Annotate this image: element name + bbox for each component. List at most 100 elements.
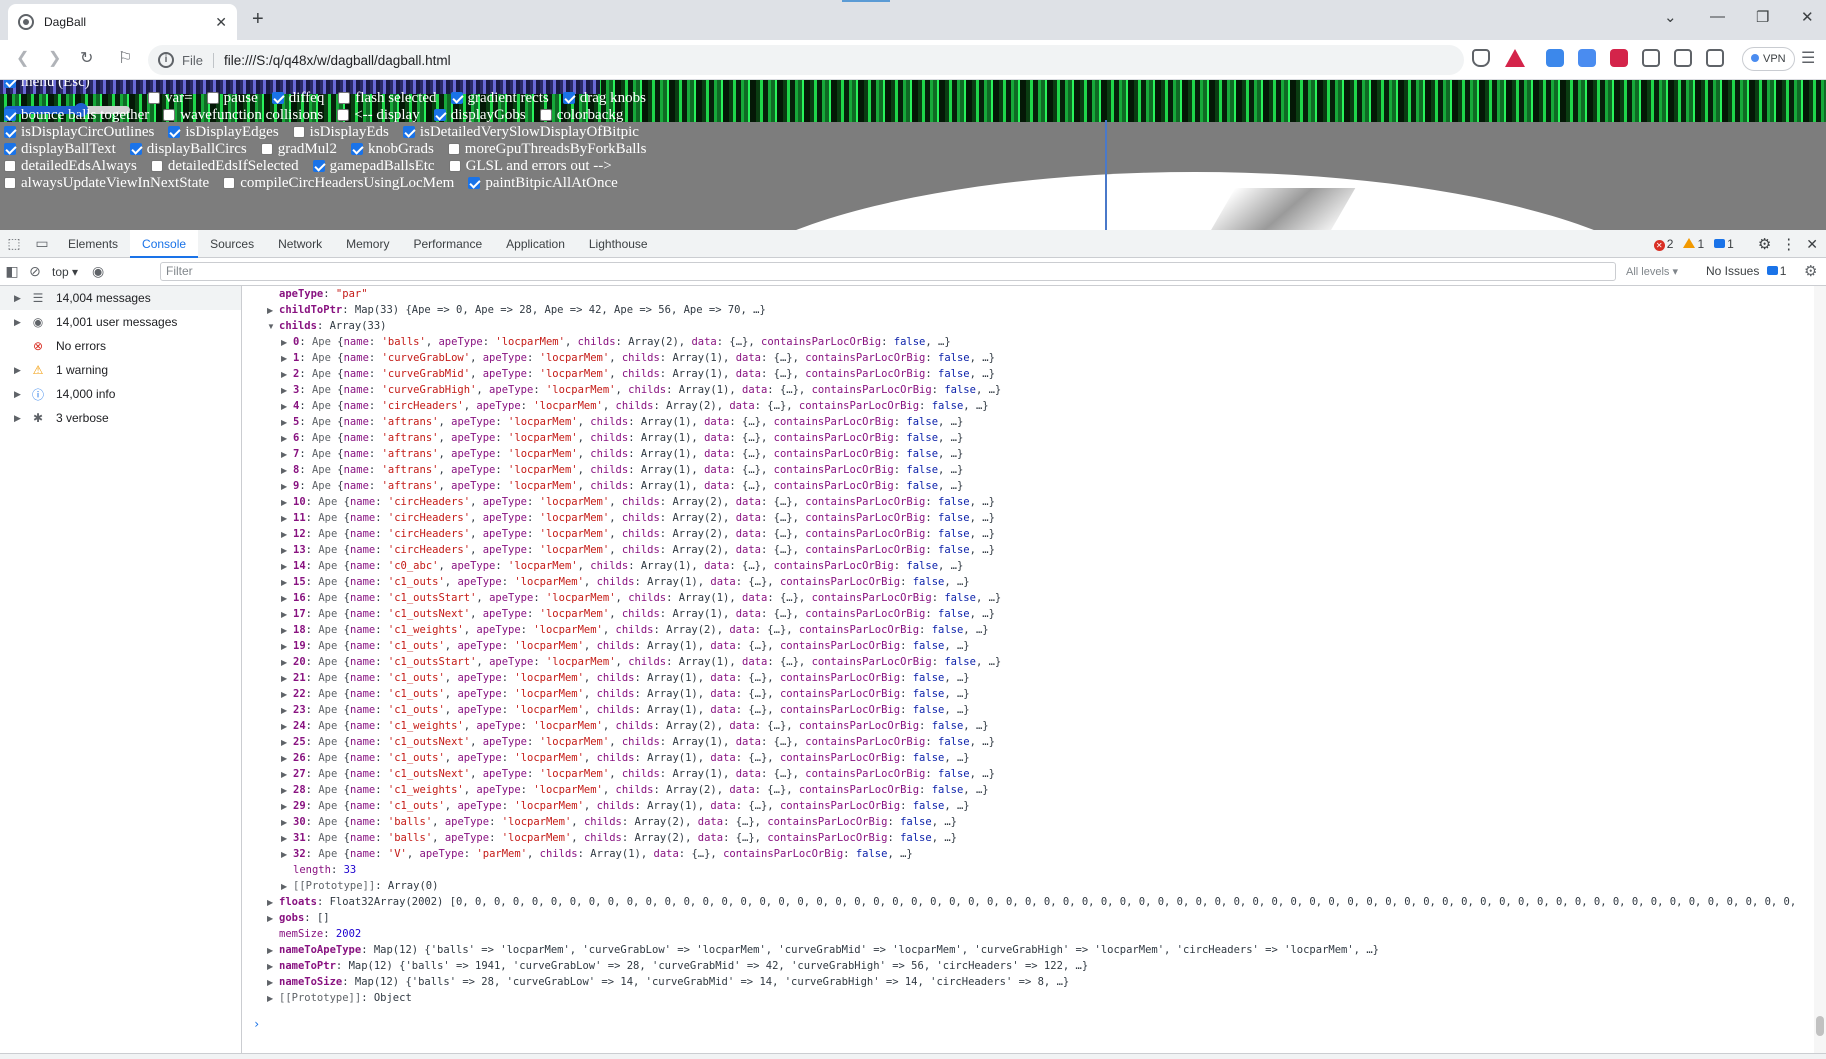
clear-console-icon[interactable]: ⊘	[24, 263, 46, 280]
expand-triangle-icon[interactable]: ▶	[281, 735, 293, 751]
expand-triangle-icon[interactable]: ▶	[281, 639, 293, 655]
url-text[interactable]: file:///S:/q/q48x/w/dagball/dagball.html	[224, 53, 451, 68]
expand-triangle-icon[interactable]: ▶	[267, 991, 279, 1007]
expand-triangle-icon[interactable]: ▶	[281, 719, 293, 735]
checkbox-box[interactable]	[271, 92, 284, 104]
extension-translate-icon[interactable]	[1578, 49, 1596, 67]
checkbox-box[interactable]	[4, 177, 16, 189]
expand-triangle-icon[interactable]: ▶	[281, 367, 293, 383]
checkbox-box[interactable]	[447, 143, 460, 155]
expand-triangle-icon[interactable]: ▶	[281, 783, 293, 799]
expand-arrow-icon[interactable]: ▶	[14, 293, 28, 304]
console-array-entry[interactable]: ▶ 32: Ape {name: 'V', apeType: 'parMem' , …	[243, 846, 1813, 862]
minimize-icon[interactable]: —	[1710, 8, 1725, 25]
console-array-entry[interactable]: ▶ 9: Ape {name: 'aftrans', apeType: 'locp…	[243, 478, 1813, 494]
back-icon[interactable]: ❮	[16, 48, 29, 68]
console-array-entry[interactable]: ▶ 6: Ape {name: 'aftrans', apeType: 'locp…	[243, 430, 1813, 446]
console-array-entry[interactable]: ▶ 11: Ape {name: 'circHeaders', apeType: …	[243, 510, 1813, 526]
console-array-entry[interactable]: ▶ 0: Ape {name: 'balls', apeType: 'locpar…	[243, 334, 1813, 350]
expand-triangle-icon[interactable]: ▶	[267, 911, 279, 927]
expand-triangle-icon[interactable]: ▶	[281, 591, 293, 607]
option-checkbox[interactable]: paintBitpicAllAtOnce	[468, 173, 623, 193]
expand-triangle-icon[interactable]: ▶	[281, 815, 293, 831]
extension-speech-icon[interactable]	[1546, 49, 1564, 67]
checkbox-box[interactable]	[129, 143, 142, 155]
inspect-element-icon[interactable]: ⬚	[0, 235, 28, 252]
console-array-entry[interactable]: ▶ 22: Ape {name: 'c1_outs', apeType: 'loc…	[243, 686, 1813, 702]
expand-triangle-icon[interactable]: ▼	[267, 319, 279, 335]
expand-triangle-icon[interactable]: ▶	[267, 975, 279, 991]
expand-triangle-icon[interactable]: ▶	[281, 479, 293, 495]
console-array-entry[interactable]: ▶ 29: Ape {name: 'c1_outs', apeType: 'loc…	[243, 798, 1813, 814]
brave-shield-icon[interactable]	[1472, 49, 1490, 67]
console-array-entry[interactable]: ▶ 31: Ape {name: 'balls', apeType: 'locpa…	[243, 830, 1813, 846]
console-array-entry[interactable]: ▶ 16: Ape {name: 'c1_outsStart', apeType:…	[243, 590, 1813, 606]
console-array-entry[interactable]: ▶ 18: Ape {name: 'c1_weights', apeType: '…	[243, 622, 1813, 638]
log-levels-dropdown[interactable]: All levels ▾	[1626, 265, 1678, 278]
tab-network[interactable]: Network	[266, 230, 334, 258]
checkbox-box[interactable]	[163, 109, 176, 121]
browser-tab-dagball[interactable]: DagBall ✕	[8, 4, 237, 40]
checkbox-box[interactable]	[150, 160, 163, 172]
console-array-entry[interactable]: ▶ 1: Ape {name: 'curveGrabLow', apeType: …	[243, 350, 1813, 366]
checkbox-box[interactable]	[223, 177, 236, 189]
expand-triangle-icon[interactable]: ▶	[281, 399, 293, 415]
console-array-entry[interactable]: ▶ 27: Ape {name: 'c1_outsNext', apeType: …	[243, 766, 1813, 782]
expand-triangle-icon[interactable]: ▶	[281, 431, 293, 447]
sidebar-item[interactable]: ▶ ⚠ 1 warning	[0, 358, 241, 382]
expand-triangle-icon[interactable]: ▶	[281, 607, 293, 623]
option-checkbox[interactable]: alwaysUpdateViewInNextState	[4, 173, 215, 193]
expand-arrow-icon[interactable]: ▶	[14, 365, 28, 376]
vpn-button[interactable]: VPN	[1742, 47, 1795, 71]
console-array-entry[interactable]: ▶ 14: Ape {name: 'c0_abc', apeType: 'locp…	[243, 558, 1813, 574]
sidebar-toggle-icon[interactable]	[1674, 49, 1692, 67]
expand-triangle-icon[interactable]: ▶	[281, 847, 293, 863]
extension-record-icon[interactable]	[1610, 49, 1628, 67]
scrollbar-thumb[interactable]	[1816, 1016, 1824, 1036]
forward-icon[interactable]: ❯	[48, 48, 61, 68]
tab-memory[interactable]: Memory	[334, 230, 401, 258]
console-array-entry[interactable]: ▶ 3: Ape {name: 'curveGrabHigh', apeType:…	[243, 382, 1813, 398]
expand-triangle-icon[interactable]: ▶	[281, 543, 293, 559]
device-toolbar-icon[interactable]: ▭	[28, 235, 56, 252]
checkbox-box[interactable]	[4, 80, 16, 88]
address-bar[interactable]: i File file:///S:/q/q48x/w/dagball/dagba…	[148, 45, 1464, 75]
tab-elements[interactable]: Elements	[56, 230, 130, 258]
expand-triangle-icon[interactable]: ▶	[281, 415, 293, 431]
console-array-entry[interactable]: ▶ 8: Ape {name: 'aftrans', apeType: 'locp…	[243, 462, 1813, 478]
console-array-entry[interactable]: ▶ 13: Ape {name: 'circHeaders', apeType: …	[243, 542, 1813, 558]
checkbox-box[interactable]	[206, 92, 219, 104]
checkbox-box[interactable]	[562, 92, 575, 104]
expand-triangle-icon[interactable]: ▶	[281, 351, 293, 367]
brave-rewards-icon[interactable]	[1505, 49, 1525, 67]
expand-triangle-icon[interactable]: ▶	[281, 687, 293, 703]
sidebar-item[interactable]: ▶ ◉ 14,001 user messages	[0, 310, 241, 334]
expand-triangle-icon[interactable]: ▶	[267, 303, 279, 319]
checkbox-box[interactable]	[4, 160, 16, 172]
expand-triangle-icon[interactable]: ▶	[281, 655, 293, 671]
checkbox-box[interactable]	[450, 92, 463, 104]
checkbox-box[interactable]	[4, 109, 16, 121]
tab-performance[interactable]: Performance	[401, 230, 494, 258]
expand-triangle-icon[interactable]: ▶	[281, 799, 293, 815]
expand-triangle-icon[interactable]: ▶	[281, 559, 293, 575]
bookmark-icon[interactable]: ⚐	[118, 48, 132, 68]
checkbox-box[interactable]	[338, 92, 351, 104]
expand-triangle-icon[interactable]: ▶	[281, 527, 293, 543]
expand-triangle-icon[interactable]: ▶	[281, 383, 293, 399]
sidebar-item[interactable]: ▶ ⓘ 14,000 info	[0, 382, 241, 406]
checkbox-box[interactable]	[433, 109, 446, 121]
sidebar-item[interactable]: ▶ ☰ 14,004 messages	[0, 286, 241, 310]
option-checkbox[interactable]: compileCircHeadersUsingLocMem	[223, 173, 460, 193]
checkbox-box[interactable]	[148, 92, 160, 104]
expand-triangle-icon[interactable]: ▶	[281, 511, 293, 527]
console-array-entry[interactable]: ▶ 30: Ape {name: 'balls', apeType: 'locpa…	[243, 814, 1813, 830]
expand-triangle-icon[interactable]: ▶	[281, 623, 293, 639]
console-settings-icon[interactable]: ⚙	[1804, 262, 1817, 280]
new-tab-button[interactable]: +	[252, 8, 264, 31]
more-options-icon[interactable]: ⋮	[1781, 235, 1796, 253]
checkbox-box[interactable]	[402, 126, 415, 138]
console-array-entry[interactable]: ▶ 5: Ape {name: 'aftrans', apeType: 'locp…	[243, 414, 1813, 430]
console-array-entry[interactable]: ▶ 24: Ape {name: 'c1_weights', apeType: '…	[243, 718, 1813, 734]
expand-arrow-icon[interactable]: ▶	[14, 317, 28, 328]
